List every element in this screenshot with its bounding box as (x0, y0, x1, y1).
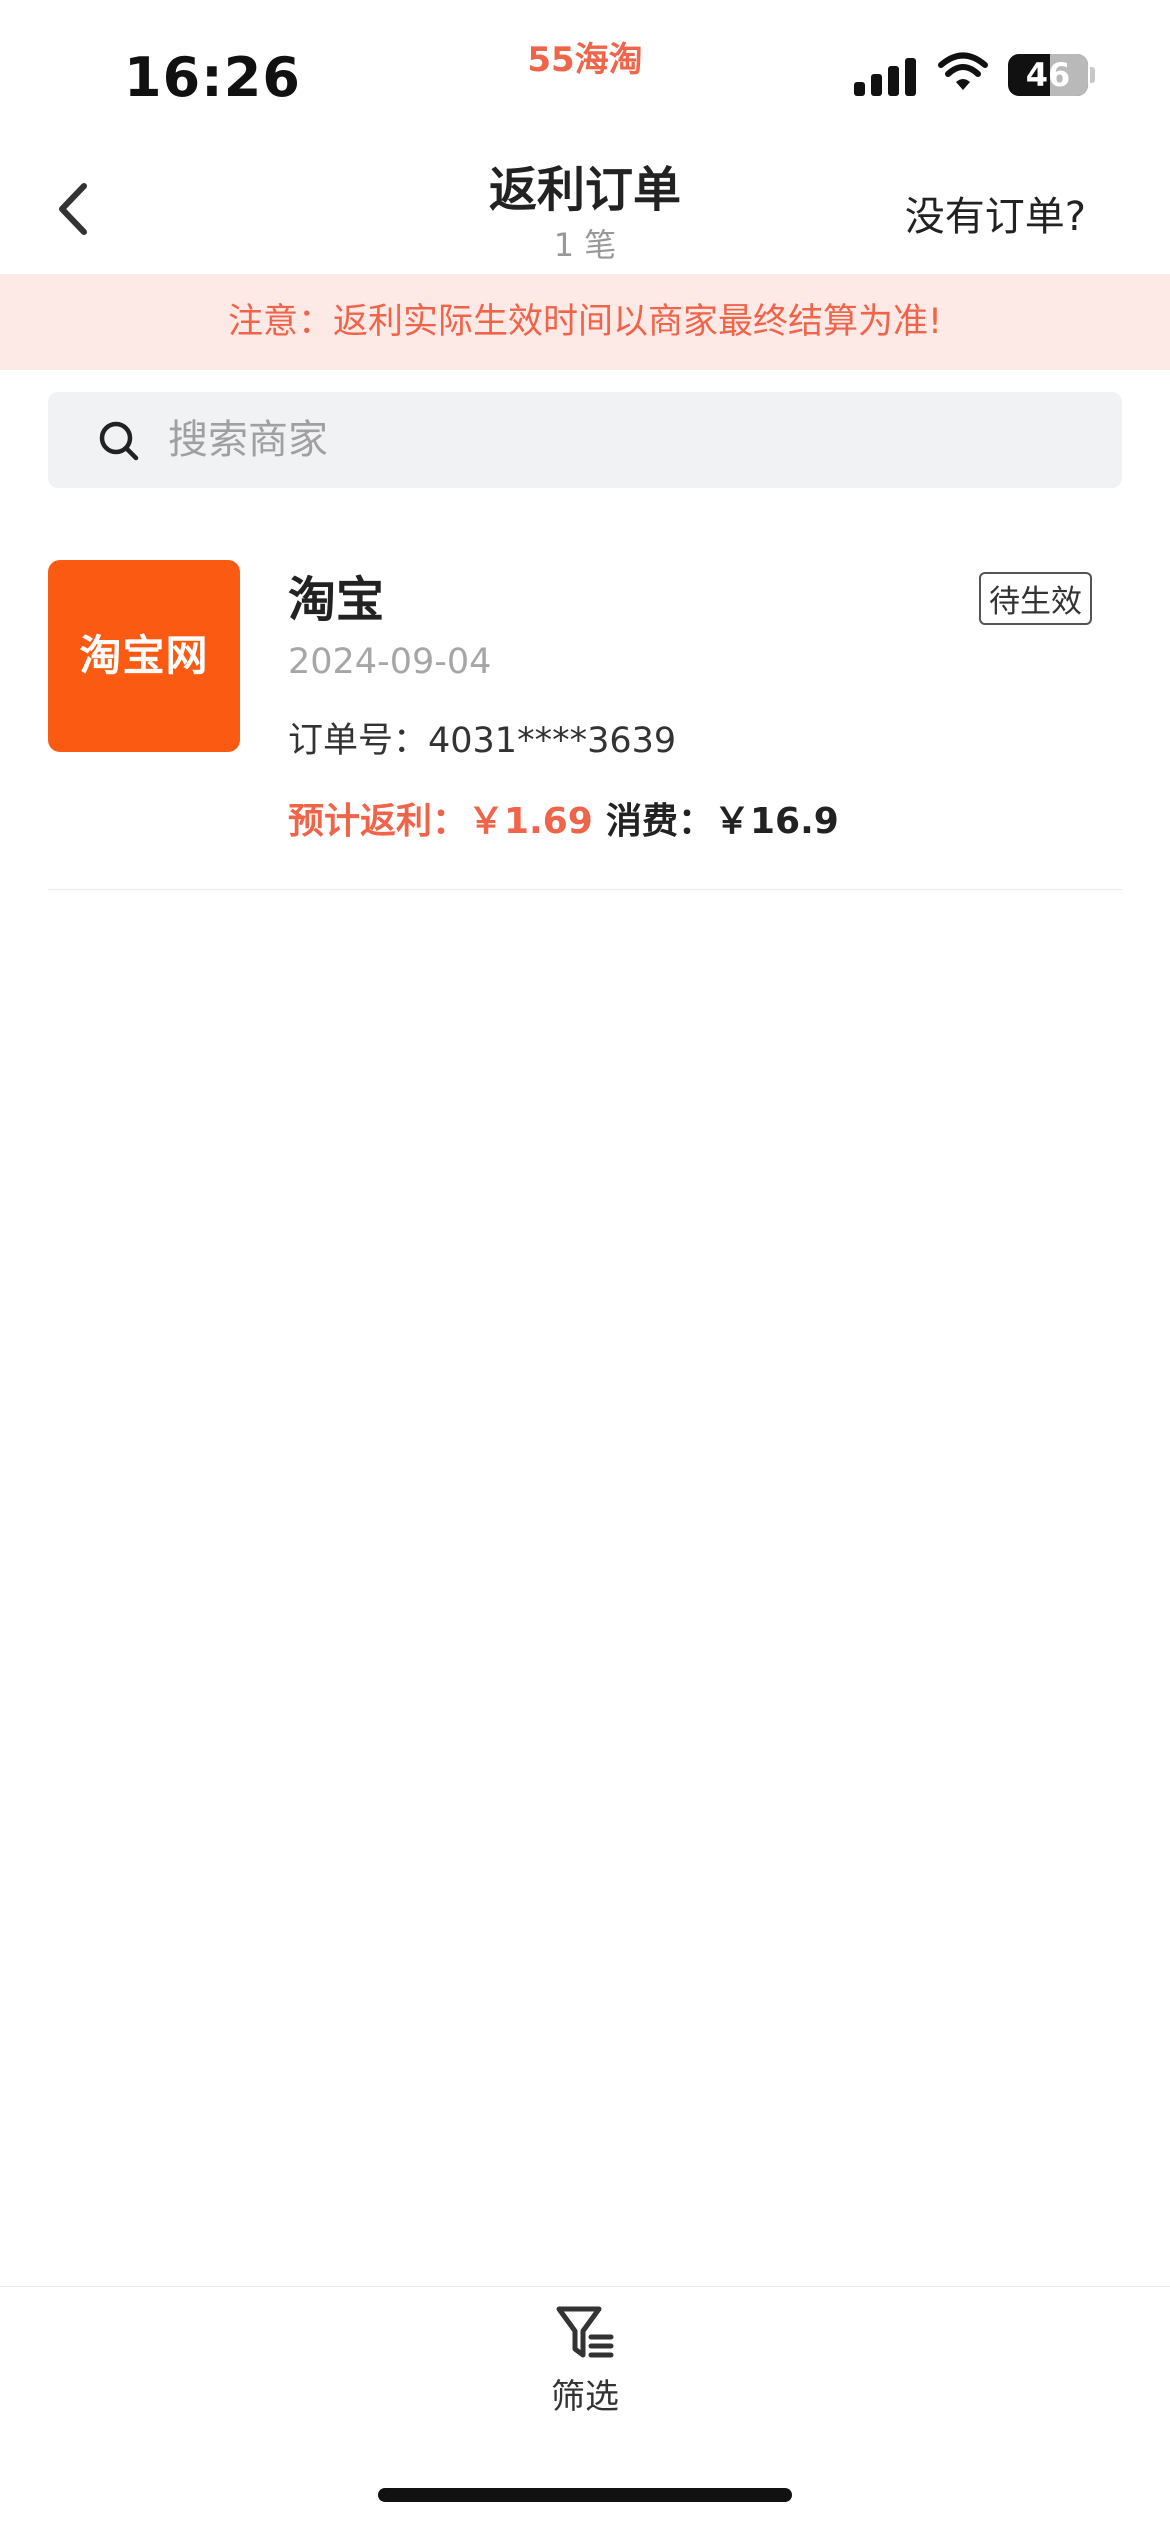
status-badge: 待生效 (979, 572, 1092, 625)
spend-amount: 消费：￥16.9 (606, 801, 839, 842)
home-indicator[interactable] (378, 2488, 792, 2502)
signal-icon (854, 56, 916, 96)
search-box[interactable] (48, 392, 1122, 488)
no-order-link[interactable]: 没有订单? (905, 184, 1086, 242)
status-bar: 16:26 55海淘 46 (0, 0, 1170, 140)
merchant-name: 淘宝 (288, 572, 385, 628)
order-card[interactable]: 淘宝网 淘宝 2024-09-04 订单号：4031****3639 预计返利：… (48, 560, 1122, 890)
battery-tip (1090, 67, 1095, 83)
battery-percent: 46 (1025, 56, 1071, 94)
filter-button[interactable]: 筛选 (525, 2301, 645, 2441)
filter-icon (556, 2306, 614, 2358)
order-date: 2024-09-04 (288, 642, 492, 682)
search-input[interactable] (166, 392, 1066, 488)
search-icon (99, 421, 139, 461)
taobao-logo: 淘宝网 (48, 560, 240, 752)
battery-icon: 46 (1008, 54, 1088, 96)
nav-header: 返利订单 1 笔 没有订单? (0, 140, 1170, 274)
wifi-icon (938, 52, 988, 90)
estimated-rebate: 预计返利：￥1.69 (288, 801, 593, 842)
status-app-name: 55海淘 (527, 40, 643, 80)
order-number: 订单号：4031****3639 (288, 721, 677, 761)
rebate-notice: 注意：返利实际生效时间以商家最终结算为准! (0, 274, 1170, 370)
filter-label: 筛选 (551, 2377, 619, 2417)
